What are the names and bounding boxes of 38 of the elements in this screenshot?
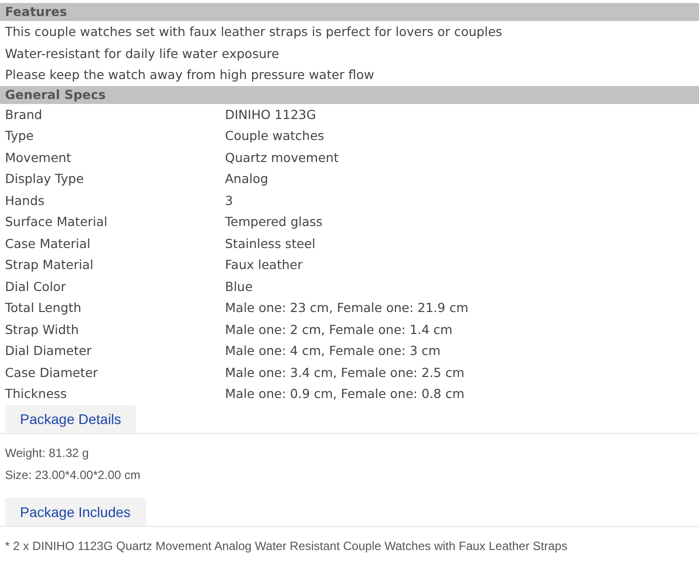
spec-value: Faux leather — [225, 256, 302, 274]
spec-value: Male one: 23 cm, Female one: 21.9 cm — [225, 299, 468, 317]
spec-label: Surface Material — [4, 213, 108, 231]
spec-value: Male one: 2 cm, Female one: 1.4 cm — [225, 320, 452, 338]
spec-label: Brand — [4, 106, 44, 124]
spec-value: Male one: 3.4 cm, Female one: 2.5 cm — [225, 364, 464, 382]
spec-value: Analog — [225, 170, 268, 188]
feature-text: Please keep the watch away from high pressure water flow — [4, 66, 376, 84]
package-detail-text: Weight: 81.32 g — [5, 444, 90, 462]
spec-label: Case Diameter — [4, 364, 99, 382]
spec-label: Hands — [4, 192, 46, 210]
spec-label: Dial Diameter — [4, 342, 93, 360]
spec-value: Male one: 0.9 cm, Female one: 0.8 cm — [225, 385, 464, 403]
section-header: Features — [0, 3, 699, 21]
spec-value: Quartz movement — [225, 148, 339, 166]
package-detail-text: Size: 23.00*4.00*2.00 cm — [5, 466, 142, 484]
spec-label: Display Type — [4, 170, 85, 188]
spec-label: Case Material — [4, 234, 92, 252]
spec-value: Couple watches — [225, 127, 324, 145]
package-include-text: * 2 x DINIHO 1123G Quartz Movement Analog Water Resistant Couple Watches with Faux Leather Straps — [5, 538, 568, 554]
spec-label: Thickness — [4, 385, 68, 403]
spec-value: Stainless steel — [225, 234, 316, 252]
section-tab[interactable]: Package Details — [5, 404, 136, 432]
section-tab[interactable]: Package Includes — [5, 498, 146, 526]
spec-value: 3 — [225, 192, 233, 210]
spec-label: Movement — [4, 148, 72, 166]
spec-value: Male one: 4 cm, Female one: 3 cm — [225, 342, 441, 360]
spec-label: Strap Width — [4, 320, 80, 339]
spec-label: Total Length — [4, 299, 82, 317]
spec-value: Blue — [225, 278, 253, 296]
spec-label: Dial Color — [4, 278, 67, 296]
spec-value: DINIHO 1123G — [225, 106, 316, 124]
spec-label: Type — [4, 127, 35, 145]
spec-label: Strap Material — [4, 256, 94, 274]
feature-text: Water-resistant for daily life water exposure — [4, 44, 280, 63]
section-header: General Specs — [0, 86, 699, 104]
spec-value: Tempered glass — [225, 213, 323, 231]
feature-text: This couple watches set with faux leather straps is perfect for lovers or couples — [4, 23, 504, 41]
